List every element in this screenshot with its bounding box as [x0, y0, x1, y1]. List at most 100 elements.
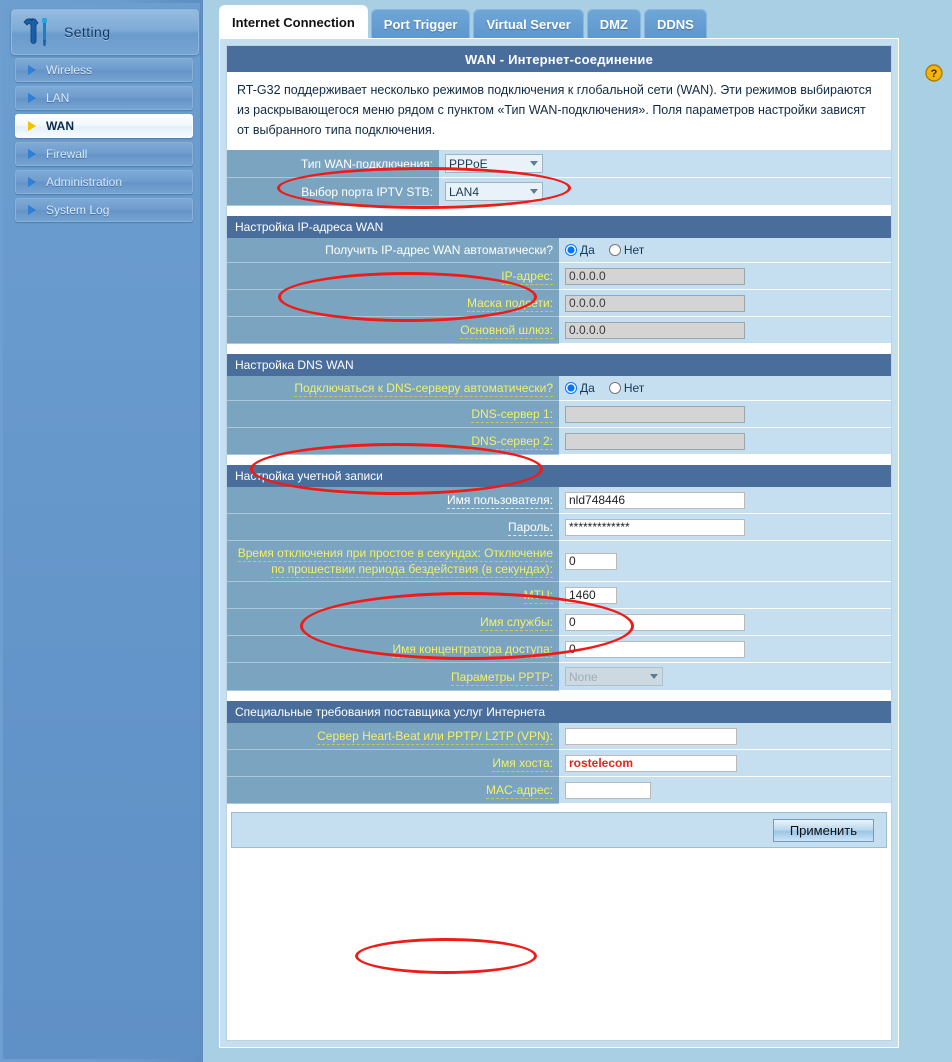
ip-address-cell: [559, 262, 891, 290]
radio-label: Нет: [623, 243, 645, 257]
sidebar-item-lan[interactable]: LAN: [15, 86, 193, 110]
idle-disconnect-input[interactable]: [565, 553, 617, 570]
tab-dmz[interactable]: DMZ: [586, 9, 641, 38]
spacer-row: [227, 690, 891, 701]
password-input[interactable]: [565, 519, 745, 536]
username-input[interactable]: [565, 492, 745, 509]
connect-dns-auto-no[interactable]: Нет: [608, 381, 645, 395]
sidebar-inner: Setting Wireless LAN WAN Firewall Admini…: [3, 3, 200, 1059]
table-row: Получить IP-адрес WAN автоматически? Да …: [227, 238, 891, 263]
mtu-input[interactable]: [565, 587, 617, 604]
radio-input[interactable]: [565, 244, 577, 256]
mac-address-label: MAC-адрес:: [227, 776, 559, 804]
subnet-mask-cell: [559, 289, 891, 317]
sidebar-item-firewall[interactable]: Firewall: [15, 142, 193, 166]
heartbeat-server-cell: [559, 723, 891, 750]
default-gateway-label: Основной шлюз:: [227, 316, 559, 344]
dns-server-2-input[interactable]: [565, 433, 745, 450]
get-wan-ip-auto-no[interactable]: Нет: [608, 243, 645, 257]
tab-virtual-server[interactable]: Virtual Server: [473, 9, 584, 38]
sidebar-item-label: Administration: [46, 175, 123, 189]
sidebar-item-wan[interactable]: WAN: [15, 114, 193, 138]
host-name-input[interactable]: [565, 755, 737, 772]
sidebar-item-label: Firewall: [46, 147, 88, 161]
sidebar-item-label: System Log: [46, 203, 110, 217]
tab-internet-connection[interactable]: Internet Connection: [219, 5, 368, 38]
get-wan-ip-auto-yes[interactable]: Да: [565, 243, 595, 257]
iptv-stb-port-select[interactable]: LAN4: [445, 182, 543, 201]
iptv-stb-port-label: Выбор порта IPTV STB:: [227, 177, 439, 206]
default-gateway-input[interactable]: [565, 322, 745, 339]
radio-input[interactable]: [608, 244, 621, 256]
wan-dns-group: Настройка DNS WAN Подключаться к DNS-сер…: [227, 354, 891, 465]
table-row: Настройка DNS WAN: [227, 354, 891, 376]
username-label: Имя пользователя:: [227, 487, 559, 514]
idle-disconnect-cell: [559, 540, 891, 582]
service-name-input[interactable]: [565, 614, 745, 631]
ip-address-input[interactable]: [565, 268, 745, 285]
mtu-cell: [559, 581, 891, 609]
radio-label: Нет: [623, 381, 645, 395]
username-cell: [559, 487, 891, 514]
table-row: DNS-сервер 2:: [227, 427, 891, 455]
group-title-wan-ip: Настройка IP-адреса WAN: [227, 216, 891, 238]
sidebar-item-label: WAN: [46, 119, 74, 133]
get-wan-ip-auto-cell: Да Нет: [559, 238, 891, 263]
table-row: MAC-адрес:: [227, 776, 891, 804]
table-row: Подключаться к DNS-серверу автоматически…: [227, 376, 891, 401]
spacer-row: [227, 454, 891, 465]
tab-ddns[interactable]: DDNS: [643, 9, 707, 38]
table-row: Имя хоста:: [227, 749, 891, 777]
host-name-cell: [559, 749, 891, 777]
connect-dns-auto-yes[interactable]: Да: [565, 381, 595, 395]
sidebar-item-wireless[interactable]: Wireless: [15, 58, 193, 82]
access-concentrator-input[interactable]: [565, 641, 745, 658]
dns-server-2-label: DNS-сервер 2:: [227, 427, 559, 455]
table-row: Время отключения при простое в секундах:…: [227, 540, 891, 582]
table-row: MTU:: [227, 581, 891, 609]
sidebar-item-label: Wireless: [46, 63, 93, 77]
idle-disconnect-label: Время отключения при простое в секундах:…: [227, 540, 559, 582]
password-label: Пароль:: [227, 513, 559, 541]
radio-input[interactable]: [608, 382, 621, 394]
mac-address-input[interactable]: [565, 782, 651, 799]
wan-ip-group: Настройка IP-адреса WAN Получить IP-адре…: [227, 216, 891, 354]
service-name-label: Имя службы:: [227, 608, 559, 636]
sidebar-item-system-log[interactable]: System Log: [15, 198, 193, 222]
password-cell: [559, 513, 891, 541]
spacer-row: [227, 343, 891, 354]
wan-connection-type-cell: PPPoE: [439, 150, 891, 178]
pptp-options-cell: None: [559, 662, 891, 691]
main-panel-inner: WAN - Интернет-соединение RT-G32 поддерж…: [226, 45, 892, 1041]
pptp-options-select[interactable]: None: [565, 667, 663, 686]
sidebar-menu: Wireless LAN WAN Firewall Administration…: [15, 58, 193, 226]
wan-connection-type-label: Тип WAN-подключения:: [227, 150, 439, 178]
sidebar-item-administration[interactable]: Administration: [15, 170, 193, 194]
apply-button[interactable]: Применить: [772, 818, 874, 842]
help-question-icon[interactable]: ?: [925, 64, 943, 82]
dns-server-1-input[interactable]: [565, 406, 745, 423]
page-title: WAN - Интернет-соединение: [227, 46, 891, 72]
service-name-cell: [559, 608, 891, 636]
chevron-right-icon: [28, 93, 36, 103]
group-title-account: Настройка учетной записи: [227, 465, 891, 487]
table-row: Специальные требования поставщика услуг …: [227, 701, 891, 723]
spacer-row: [227, 205, 891, 216]
access-concentrator-cell: [559, 635, 891, 663]
tab-label: Port Trigger: [383, 16, 458, 32]
ip-address-label: IP-адрес:: [227, 262, 559, 290]
radio-input[interactable]: [565, 382, 577, 394]
table-row: DNS-сервер 1:: [227, 400, 891, 428]
subnet-mask-input[interactable]: [565, 295, 745, 312]
table-row: Параметры PPTP: None: [227, 662, 891, 691]
tab-port-trigger[interactable]: Port Trigger: [370, 9, 471, 38]
subnet-mask-label: Маска подсети:: [227, 289, 559, 317]
sidebar-header-title: Setting: [64, 24, 111, 40]
account-group: Настройка учетной записи Имя пользовател…: [227, 465, 891, 701]
table-row: Тип WAN-подключения: PPPoE: [227, 150, 891, 178]
wan-connection-type-select[interactable]: PPPoE: [445, 154, 543, 173]
table-row: Пароль:: [227, 513, 891, 541]
tab-label: Internet Connection: [232, 14, 355, 30]
connect-dns-auto-cell: Да Нет: [559, 376, 891, 401]
heartbeat-server-input[interactable]: [565, 728, 737, 745]
